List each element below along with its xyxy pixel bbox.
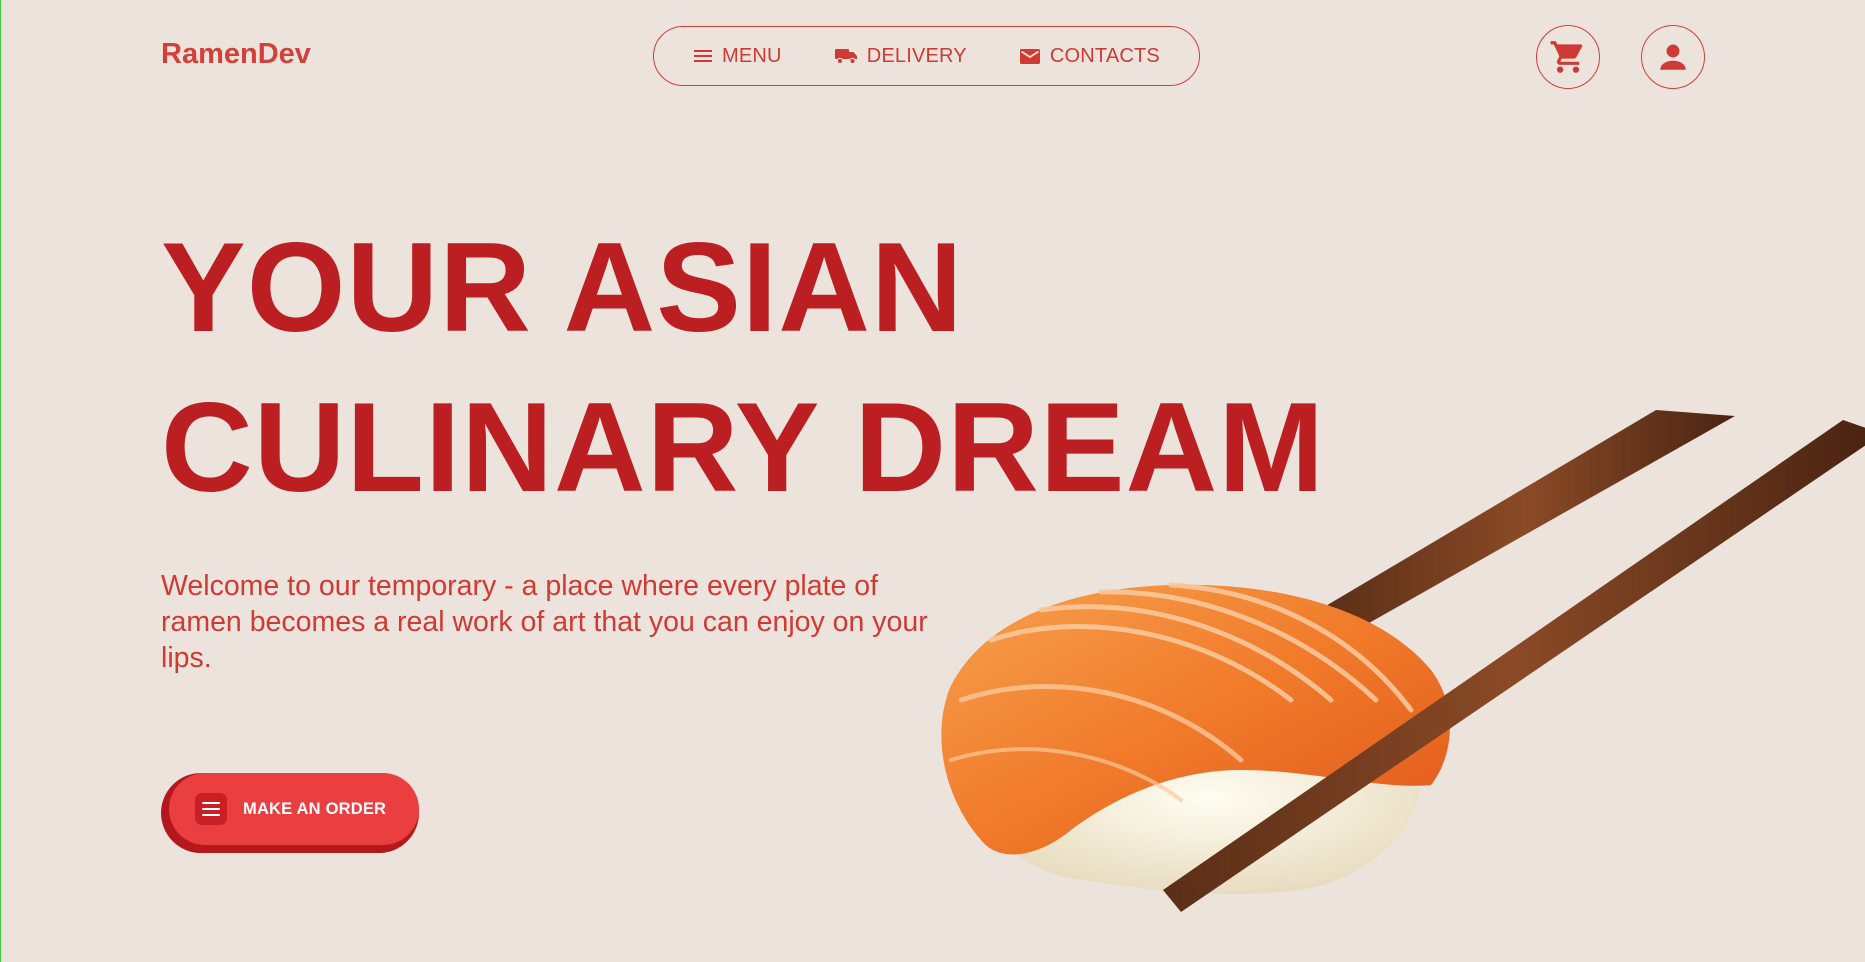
nav-menu[interactable]: MENU <box>693 45 782 68</box>
hero-intro: Welcome to our temporary - a place where… <box>161 570 928 674</box>
nav-delivery-label: DELIVERY <box>866 44 967 67</box>
cart-icon <box>1550 41 1583 73</box>
salmon-sushi-chopsticks-image <box>941 410 1865 912</box>
cart-button[interactable] <box>1536 25 1600 89</box>
hero-headline-line1: YOUR ASIAN <box>161 216 964 358</box>
mail-icon <box>1019 48 1040 64</box>
nav-delivery[interactable]: DELIVERY <box>834 45 967 68</box>
nav-contacts-label: CONTACTS <box>1049 44 1160 67</box>
make-order-label: MAKE AN ORDER <box>243 799 387 818</box>
profile-button[interactable] <box>1641 25 1705 89</box>
truck-icon <box>834 49 857 65</box>
make-order-button[interactable]: MAKE AN ORDER <box>169 773 419 845</box>
main-nav: MENU DELIVERY CONTACTS <box>653 26 1200 86</box>
logo[interactable]: RamenDev <box>161 38 311 71</box>
user-icon <box>1660 44 1686 70</box>
menu-icon <box>694 50 712 62</box>
list-icon <box>195 793 227 825</box>
nav-menu-label: MENU <box>722 44 782 67</box>
nav-contacts[interactable]: CONTACTS <box>1019 45 1160 68</box>
